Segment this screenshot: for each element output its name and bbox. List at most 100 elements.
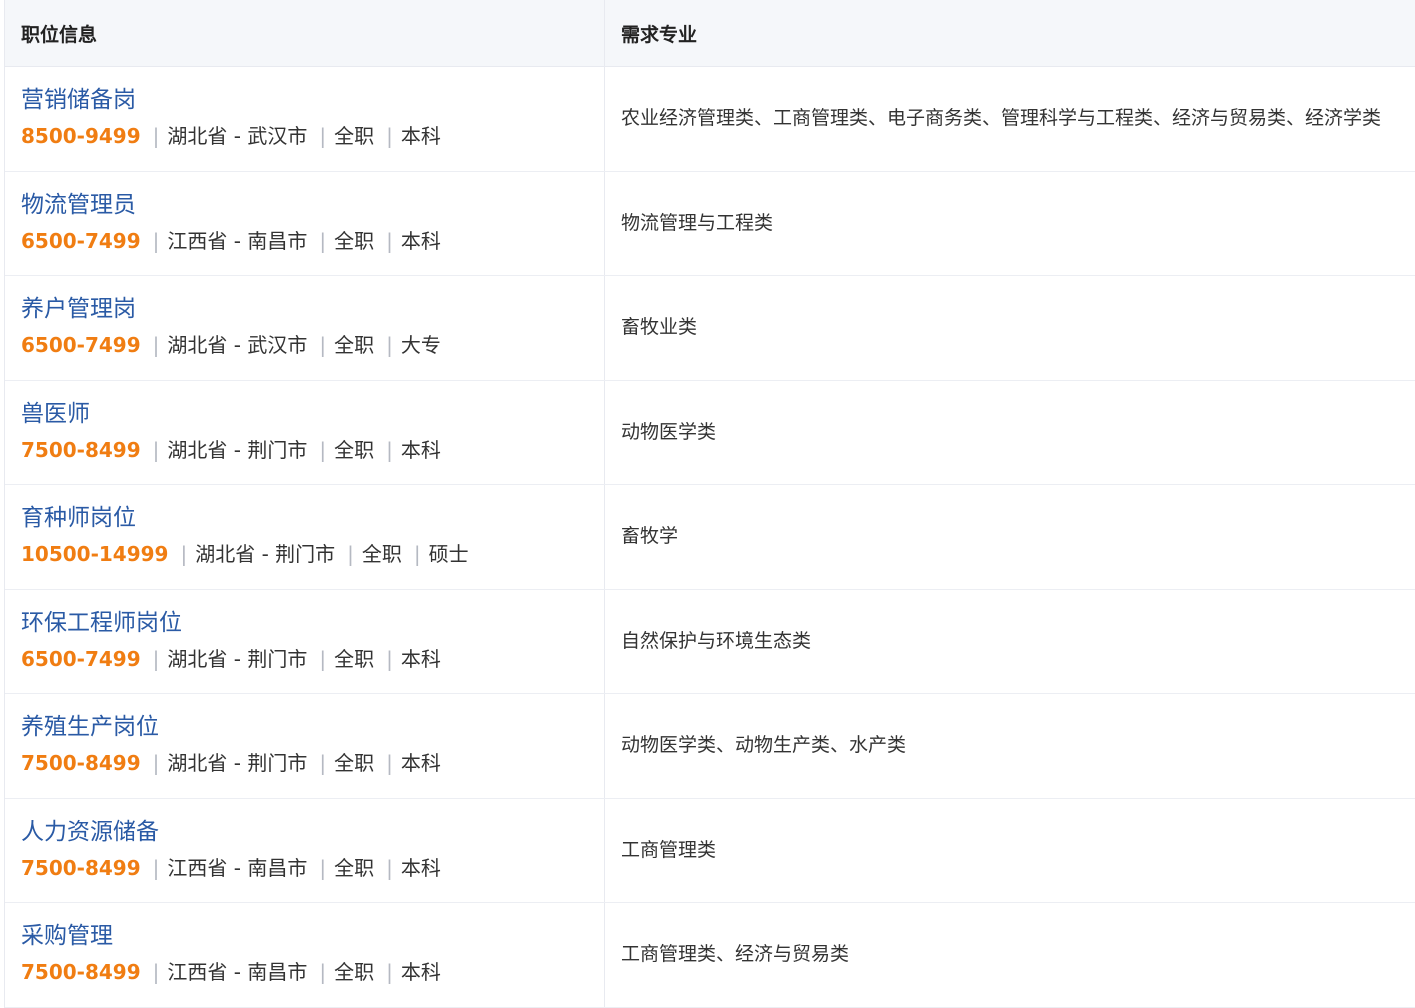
salary-range: 6500-7499 bbox=[21, 228, 141, 253]
education-level: 本科 bbox=[400, 855, 441, 880]
job-title-link[interactable]: 物流管理员 bbox=[21, 190, 136, 220]
salary-range: 10500-14999 bbox=[21, 542, 169, 566]
separator: | bbox=[386, 960, 393, 984]
separator: | bbox=[152, 124, 160, 148]
location-province: 湖北省 bbox=[167, 437, 228, 462]
separator: | bbox=[319, 855, 327, 880]
position-cell: 人力资源储备 7500-8499 | 江西省 - 南昌市 | 全职 | 本科 bbox=[5, 798, 605, 902]
job-type: 全职 bbox=[334, 646, 375, 671]
separator: | bbox=[386, 646, 393, 671]
required-major: 动物医学类 bbox=[621, 420, 717, 443]
location-province: 湖北省 bbox=[167, 646, 228, 671]
education-level: 本科 bbox=[400, 124, 441, 148]
major-cell: 物流管理与工程类 bbox=[605, 172, 1415, 276]
separator: | bbox=[152, 855, 160, 880]
job-meta: 10500-14999 | 湖北省 - 荆门市 | 全职 | 硕士 bbox=[21, 541, 604, 567]
salary-range: 7500-8499 bbox=[21, 437, 141, 462]
major-cell: 农业经济管理类、工商管理类、电子商务类、管理科学与工程类、经济与贸易类、经济学类 bbox=[605, 67, 1415, 171]
location-dash: - bbox=[227, 751, 248, 775]
table-row: 育种师岗位 10500-14999 | 湖北省 - 荆门市 | 全职 | 硕士 畜牧学 bbox=[5, 485, 1415, 590]
location-dash: - bbox=[227, 855, 248, 880]
job-title-link[interactable]: 环保工程师岗位 bbox=[21, 608, 182, 638]
major-cell: 工商管理类 bbox=[605, 799, 1415, 903]
job-meta: 6500-7499 | 湖北省 - 武汉市 | 全职 | 大专 bbox=[21, 332, 604, 358]
location-province: 江西省 bbox=[167, 228, 228, 253]
location-dash: - bbox=[227, 228, 248, 253]
separator: | bbox=[319, 228, 327, 253]
job-title-link[interactable]: 育种师岗位 bbox=[21, 503, 136, 533]
separator: | bbox=[319, 960, 327, 984]
job-type: 全职 bbox=[334, 960, 375, 984]
education-level: 本科 bbox=[400, 960, 441, 984]
salary-range: 7500-8499 bbox=[21, 960, 141, 984]
location-province: 湖北省 bbox=[167, 333, 228, 357]
separator: | bbox=[319, 751, 327, 775]
separator: | bbox=[386, 751, 393, 775]
job-meta: 7500-8499 | 湖北省 - 荆门市 | 全职 | 本科 bbox=[21, 750, 604, 776]
major-cell: 工商管理类、经济与贸易类 bbox=[605, 903, 1415, 1007]
position-cell: 环保工程师岗位 6500-7499 | 湖北省 - 荆门市 | 全职 | 本科 bbox=[5, 589, 605, 693]
education-level: 大专 bbox=[400, 333, 441, 357]
location-province: 湖北省 bbox=[195, 542, 256, 566]
position-cell: 营销储备岗 8500-9499 | 湖北省 - 武汉市 | 全职 | 本科 bbox=[5, 67, 605, 171]
major-cell: 动物医学类 bbox=[605, 381, 1415, 485]
separator: | bbox=[386, 855, 393, 880]
required-major: 畜牧学 bbox=[621, 525, 679, 548]
major-cell: 自然保护与环境生态类 bbox=[605, 590, 1415, 694]
header-position-info: 职位信息 bbox=[5, 0, 605, 66]
table-row: 人力资源储备 7500-8499 | 江西省 - 南昌市 | 全职 | 本科 工商管理类 bbox=[5, 798, 1415, 903]
header-required-major: 需求专业 bbox=[621, 23, 698, 46]
table-header: 职位信息 需求专业 bbox=[5, 0, 1415, 67]
separator: | bbox=[180, 542, 188, 566]
table-row: 营销储备岗 8500-9499 | 湖北省 - 武汉市 | 全职 | 本科 农业经济管理类、… bbox=[5, 67, 1415, 172]
education-level: 本科 bbox=[400, 228, 441, 253]
separator: | bbox=[386, 124, 393, 148]
location-city: 南昌市 bbox=[247, 855, 308, 880]
job-title-link[interactable]: 养殖生产岗位 bbox=[21, 712, 159, 742]
salary-range: 6500-7499 bbox=[21, 333, 141, 357]
job-meta: 7500-8499 | 江西省 - 南昌市 | 全职 | 本科 bbox=[21, 855, 604, 881]
position-cell: 养殖生产岗位 7500-8499 | 湖北省 - 荆门市 | 全职 | 本科 bbox=[5, 694, 605, 798]
table-body: 营销储备岗 8500-9499 | 湖北省 - 武汉市 | 全职 | 本科 农业经济管理类、… bbox=[5, 67, 1415, 1008]
location-dash: - bbox=[255, 542, 276, 566]
salary-range: 7500-8499 bbox=[21, 751, 141, 775]
separator: | bbox=[319, 124, 327, 148]
separator: | bbox=[413, 542, 421, 566]
position-cell: 物流管理员 6500-7499 | 江西省 - 南昌市 | 全职 | 本科 bbox=[5, 171, 605, 275]
table-row: 环保工程师岗位 6500-7499 | 湖北省 - 荆门市 | 全职 | 本科 自然保护与环… bbox=[5, 589, 1415, 694]
location-city: 武汉市 bbox=[247, 333, 308, 357]
separator: | bbox=[152, 751, 160, 775]
location-province: 江西省 bbox=[167, 855, 228, 880]
job-title-link[interactable]: 人力资源储备 bbox=[21, 817, 159, 847]
table-row: 采购管理 7500-8499 | 江西省 - 南昌市 | 全职 | 本科 工商管理类、经济与… bbox=[5, 903, 1415, 1008]
table-row: 养殖生产岗位 7500-8499 | 湖北省 - 荆门市 | 全职 | 本科 动物医学类、动… bbox=[5, 694, 1415, 799]
job-title-link[interactable]: 养户管理岗 bbox=[21, 294, 136, 324]
salary-range: 6500-7499 bbox=[21, 646, 141, 671]
job-type: 全职 bbox=[334, 855, 375, 880]
location-city: 南昌市 bbox=[247, 228, 308, 253]
location-province: 江西省 bbox=[167, 960, 228, 984]
job-meta: 7500-8499 | 江西省 - 南昌市 | 全职 | 本科 bbox=[21, 959, 604, 985]
location-dash: - bbox=[227, 333, 248, 357]
location-city: 荆门市 bbox=[247, 751, 308, 775]
separator: | bbox=[152, 646, 160, 671]
position-cell: 采购管理 7500-8499 | 江西省 - 南昌市 | 全职 | 本科 bbox=[5, 903, 605, 1007]
location-city: 荆门市 bbox=[247, 646, 308, 671]
separator: | bbox=[386, 333, 393, 357]
location-province: 湖北省 bbox=[167, 124, 228, 148]
major-cell: 畜牧业类 bbox=[605, 276, 1415, 380]
education-level: 本科 bbox=[400, 437, 441, 462]
job-type: 全职 bbox=[334, 751, 375, 775]
job-title-link[interactable]: 营销储备岗 bbox=[21, 85, 136, 115]
location-dash: - bbox=[227, 960, 248, 984]
job-title-link[interactable]: 兽医师 bbox=[21, 399, 90, 429]
job-meta: 7500-8499 | 湖北省 - 荆门市 | 全职 | 本科 bbox=[21, 437, 604, 463]
required-major: 工商管理类 bbox=[621, 838, 717, 861]
job-type: 全职 bbox=[334, 437, 375, 462]
education-level: 本科 bbox=[400, 646, 441, 671]
location-province: 湖北省 bbox=[167, 751, 228, 775]
location-city: 武汉市 bbox=[247, 124, 308, 148]
salary-range: 7500-8499 bbox=[21, 855, 141, 880]
job-title-link[interactable]: 采购管理 bbox=[21, 921, 113, 951]
job-type: 全职 bbox=[334, 228, 375, 253]
